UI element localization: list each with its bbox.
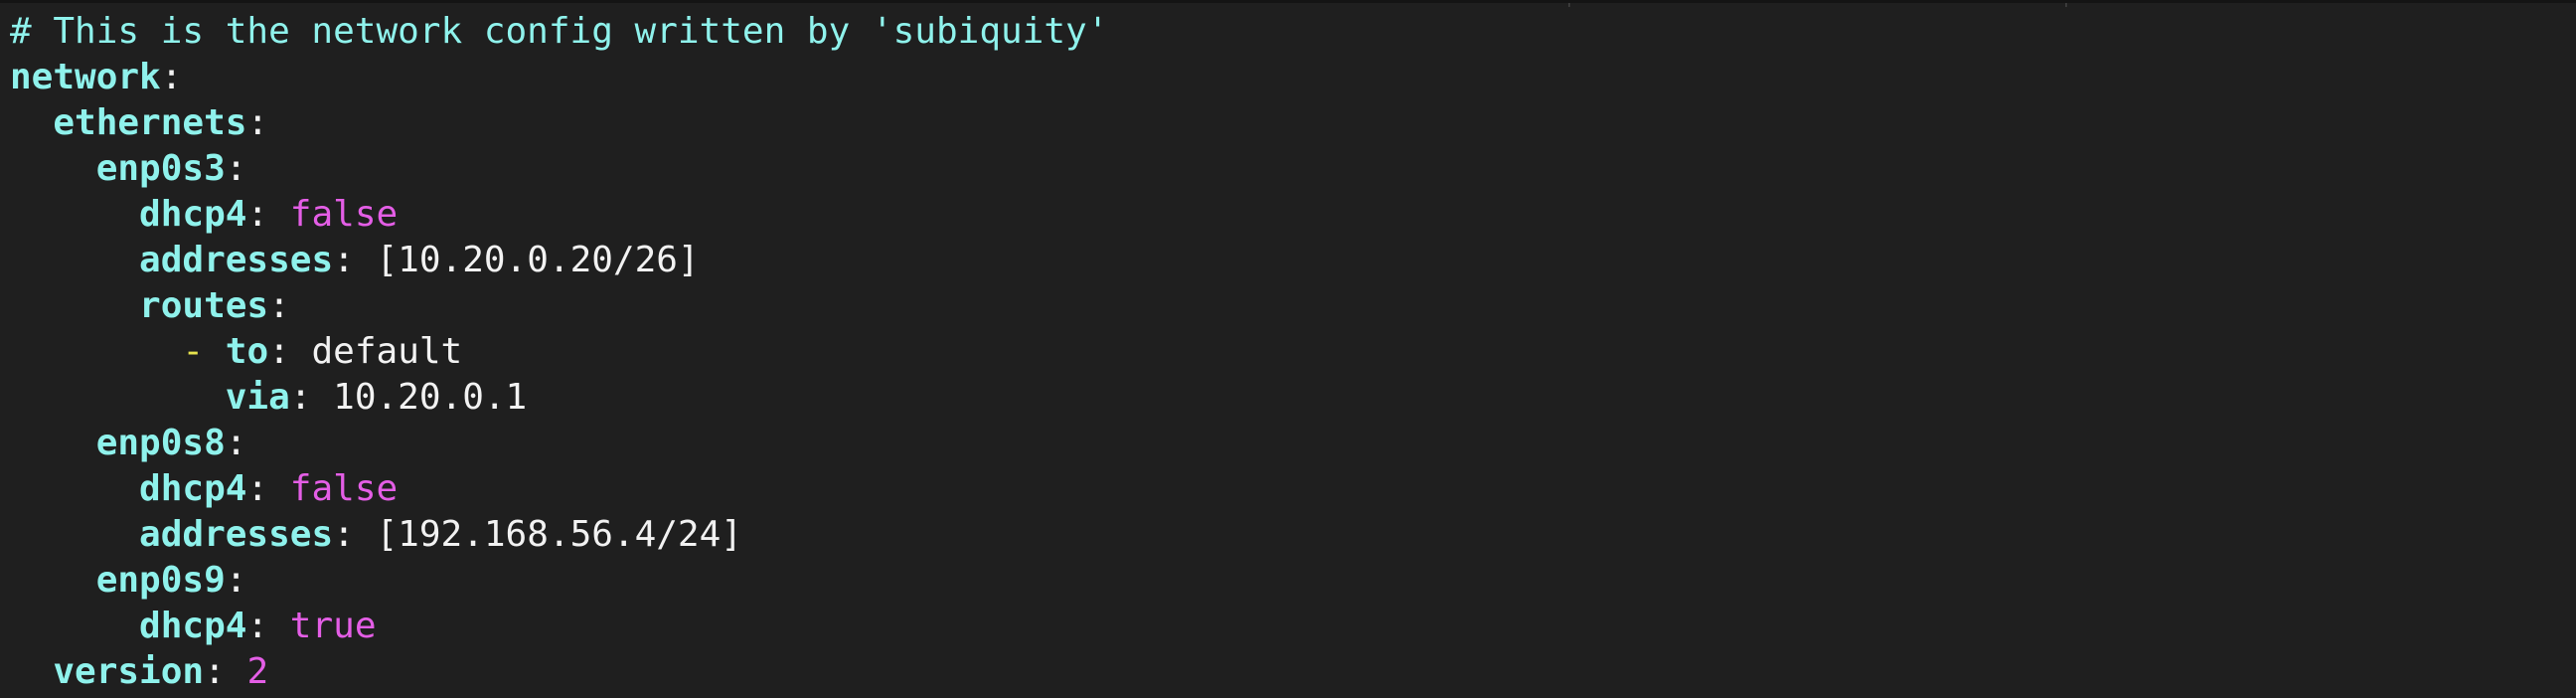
colon: : (333, 514, 355, 555)
yaml-key: to (225, 331, 269, 372)
yaml-key: dhcp4 (139, 468, 247, 509)
colon: : (225, 148, 247, 189)
code-line-3: ethernets: (10, 100, 1108, 146)
yaml-key: addresses (139, 240, 334, 280)
code-line-15: version: 2 (10, 649, 1108, 695)
code-line-2: network: (10, 55, 1108, 100)
list-dash: - (182, 331, 205, 372)
yaml-value: 10.20.0.1 (333, 377, 528, 418)
code-line-13: enp0s9: (10, 558, 1108, 604)
colon: : (268, 285, 290, 326)
yaml-value: default (311, 331, 463, 372)
colon: : (225, 560, 247, 601)
colon: : (225, 423, 247, 463)
code-line-12: addresses: [192.168.56.4/24] (10, 512, 1108, 558)
terminal-window[interactable]: # This is the network config written by … (0, 0, 2576, 698)
yaml-key: enp0s9 (95, 560, 226, 601)
colon: : (289, 377, 312, 418)
code-line-8: - to: default (10, 329, 1108, 375)
code-line-14: dhcp4: true (10, 604, 1108, 649)
yaml-value: false (289, 468, 399, 509)
code-line-10: enp0s8: (10, 421, 1108, 466)
code-line-7: routes: (10, 283, 1108, 329)
yaml-key: addresses (139, 514, 334, 555)
code-line-4: enp0s3: (10, 146, 1108, 192)
comment-text: # This is the network config written by … (10, 11, 1109, 52)
colon: : (160, 57, 183, 97)
yaml-key: via (225, 377, 290, 418)
pane-divider (1568, 3, 1570, 7)
colon: : (246, 606, 269, 646)
code-line-1: # This is the network config written by … (10, 9, 1108, 55)
yaml-key: enp0s3 (95, 148, 226, 189)
code-line-5: dhcp4: false (10, 192, 1108, 238)
colon: : (204, 651, 226, 692)
yaml-key: version (53, 651, 205, 692)
yaml-value: [192.168.56.4/24] (376, 514, 742, 555)
colon: : (246, 102, 269, 143)
code-line-11: dhcp4: false (10, 466, 1108, 512)
code-line-9: via: 10.20.0.1 (10, 375, 1108, 421)
code-line-6: addresses: [10.20.0.20/26] (10, 238, 1108, 283)
yaml-value: 2 (246, 651, 269, 692)
colon: : (246, 468, 269, 509)
yaml-key: ethernets (53, 102, 247, 143)
yaml-key: routes (139, 285, 269, 326)
yaml-value: [10.20.0.20/26] (376, 240, 700, 280)
yaml-file-content[interactable]: # This is the network config written by … (10, 9, 1108, 695)
pane-divider (2065, 3, 2067, 7)
colon: : (268, 331, 290, 372)
yaml-value: true (289, 606, 377, 646)
yaml-value: false (289, 194, 399, 235)
yaml-key: dhcp4 (139, 606, 247, 646)
yaml-key: dhcp4 (139, 194, 247, 235)
colon: : (246, 194, 269, 235)
yaml-key: network (10, 57, 161, 97)
yaml-key: enp0s8 (95, 423, 226, 463)
colon: : (333, 240, 355, 280)
